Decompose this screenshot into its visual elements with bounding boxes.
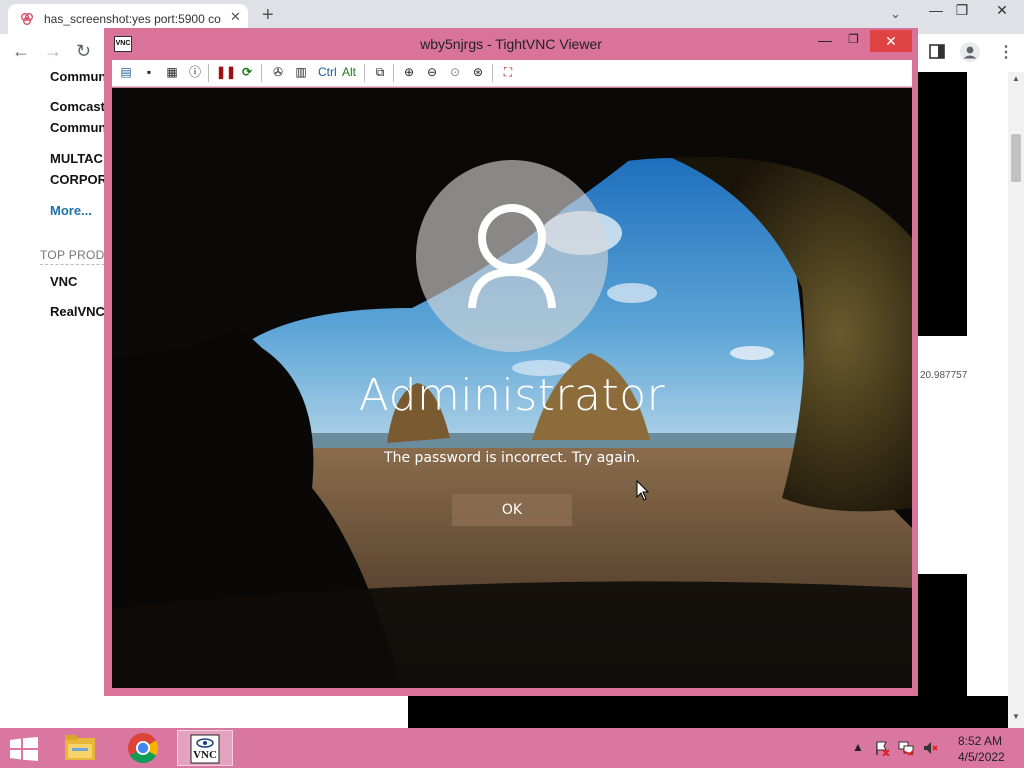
toolbar-separator (364, 64, 365, 82)
zoom-in-icon[interactable]: ⊕ (401, 64, 417, 80)
vnc-maximize-button[interactable]: ❐ (848, 32, 859, 46)
screenshot-panel-bottom (408, 696, 1008, 728)
file-explorer-button[interactable] (52, 730, 108, 766)
product-link[interactable]: RealVNC (50, 304, 105, 319)
vnc-viewer-window: VNC wby5njrgs - TightVNC Viewer — ❐ ✕ ▤ … (104, 28, 918, 696)
pause-icon[interactable]: ❚❚ (216, 64, 236, 80)
coordinate-text: 20.987757 (920, 370, 968, 381)
vnc-toolbar: ▤ ▪ ▦ ⓘ ❚❚ ⟳ ✇ ▥ Ctrl Alt ⧉ ⊕ ⊖ ⊙ ⊛ ⛶ (112, 60, 912, 87)
scroll-up-icon[interactable]: ▲ (1012, 74, 1020, 83)
vnc-window-title: wby5njrgs - TightVNC Viewer (420, 36, 602, 52)
browser-menu-icon[interactable]: ⋮ (998, 42, 1014, 62)
options-icon[interactable]: ▦ (164, 64, 180, 80)
alt-key-button[interactable]: Alt (342, 65, 356, 79)
tightvnc-icon: VNC (190, 734, 220, 764)
svg-text:VNC: VNC (193, 749, 217, 761)
folder-icon (65, 735, 95, 760)
action-center-flag-icon[interactable] (874, 740, 890, 756)
scrollbar-thumb[interactable] (1011, 134, 1021, 182)
zoom-fit-icon[interactable]: ⊛ (470, 64, 486, 80)
vnc-title-bar[interactable]: VNC wby5njrgs - TightVNC Viewer — ❐ ✕ (104, 28, 918, 60)
side-panel-icon[interactable] (929, 44, 945, 60)
clock-time[interactable]: 8:52 AM (958, 734, 1002, 748)
link-item[interactable]: CORPOR (50, 172, 107, 187)
shodan-favicon-icon (21, 13, 33, 25)
link-item[interactable]: MULTAC (50, 151, 103, 166)
back-button[interactable]: ← (12, 41, 30, 62)
new-tab-button[interactable]: + (262, 4, 274, 27)
link-item[interactable]: Commun (50, 120, 106, 135)
toolbar-separator (393, 64, 394, 82)
page-scrollbar[interactable]: ▲ ▼ (1008, 72, 1024, 728)
vnc-close-button[interactable]: ✕ (870, 30, 912, 52)
link-item[interactable]: Comcast (50, 99, 105, 114)
network-icon[interactable] (898, 740, 914, 756)
vnc-minimize-button[interactable]: — (818, 32, 832, 48)
remote-desktop-screen[interactable]: Administrator The password is incorrect.… (112, 88, 912, 688)
show-hidden-icons-button[interactable]: ▲ (852, 740, 864, 754)
product-link[interactable]: VNC (50, 274, 77, 289)
scroll-down-icon[interactable]: ▼ (1012, 712, 1020, 721)
user-icon (468, 204, 556, 309)
chrome-taskbar-button[interactable] (115, 730, 171, 766)
profile-icon[interactable] (960, 42, 980, 62)
fullscreen-icon[interactable]: ⛶ (500, 64, 516, 80)
new-connection-icon[interactable]: ▤ (118, 64, 134, 80)
account-name: Administrator (358, 370, 666, 421)
save-icon[interactable]: ▪ (141, 64, 157, 80)
ctrl-alt-del-icon[interactable]: ✇ (270, 64, 286, 80)
top-products-heading: TOP PRODU (40, 248, 114, 262)
forward-button[interactable]: → (44, 41, 62, 62)
zoom-out-icon[interactable]: ⊖ (424, 64, 440, 80)
refresh-icon[interactable]: ⟳ (239, 64, 255, 80)
mouse-cursor-icon (636, 480, 650, 501)
connection-info-icon[interactable]: ⓘ (187, 64, 203, 80)
zoom-actual-icon[interactable]: ⊙ (447, 64, 463, 80)
window-close-button[interactable]: ✕ (988, 2, 1016, 19)
toolbar-separator (208, 64, 209, 82)
tab-close-icon[interactable]: ✕ (230, 9, 241, 25)
more-link[interactable]: More... (50, 203, 92, 218)
user-avatar (416, 160, 608, 352)
window-restore-button[interactable]: ❐ (948, 2, 976, 19)
window-minimize-button[interactable]: — (922, 2, 950, 18)
screenshot-panel-top (918, 72, 967, 336)
toolbar-separator (492, 64, 493, 82)
tab-search-icon[interactable]: ⌄ (890, 6, 901, 22)
tightvnc-taskbar-button[interactable]: VNC (177, 730, 233, 766)
volume-muted-icon[interactable] (922, 740, 938, 756)
ctrl-key-button[interactable]: Ctrl (318, 65, 337, 79)
error-message: The password is incorrect. Try again. (384, 450, 640, 466)
chrome-icon (128, 733, 159, 764)
link-item[interactable]: Commun (50, 69, 106, 84)
reload-button[interactable]: ↻ (76, 41, 91, 62)
transfer-files-icon[interactable]: ⧉ (372, 64, 388, 80)
windows-start-icon[interactable] (10, 737, 38, 761)
toolbar-separator (261, 64, 262, 82)
clock-date[interactable]: 4/5/2022 (958, 750, 1005, 764)
ok-button[interactable]: OK (452, 494, 572, 526)
tab-title: has_screenshot:yes port:5900 co (44, 12, 221, 26)
ctrl-esc-icon[interactable]: ▥ (293, 64, 309, 80)
taskbar: VNC ▲ 8:52 AM 4/5/2022 (0, 728, 1024, 768)
